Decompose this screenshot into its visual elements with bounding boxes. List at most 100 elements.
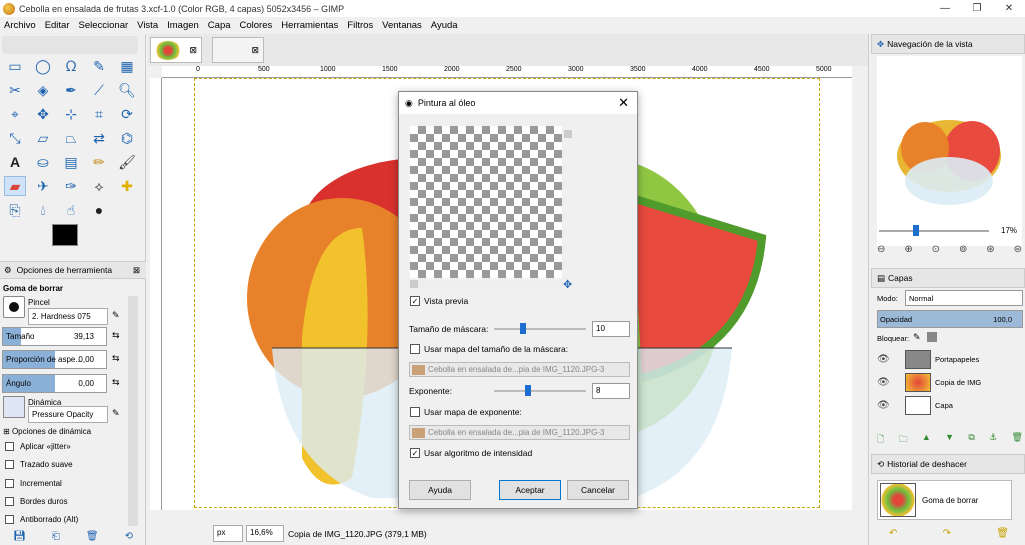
image-tab-1[interactable]: ⊠ <box>150 37 202 63</box>
reset-options-icon[interactable]: ⟲ <box>125 531 133 542</box>
airbrush-tool-icon[interactable]: ✈ <box>32 176 54 196</box>
menu-filtros[interactable]: Filtros <box>347 20 373 31</box>
foreground-select-tool-icon[interactable]: ◈ <box>32 80 54 100</box>
smooth-checkbox[interactable]: Trazado suave <box>5 460 73 469</box>
angle-slider[interactable]: Ángulo 0,00 <box>2 374 107 393</box>
help-button[interactable]: Ayuda <box>409 480 471 500</box>
fuzzy-select-tool-icon[interactable]: ✎ <box>88 56 110 76</box>
ok-button[interactable]: Aceptar <box>499 480 561 500</box>
delete-options-icon[interactable]: 🗑︎ <box>86 531 99 542</box>
visibility-icon[interactable]: 👁︎ <box>877 354 891 365</box>
menu-seleccionar[interactable]: Seleccionar <box>79 20 129 31</box>
ink-tool-icon[interactable]: ✑ <box>60 176 82 196</box>
reset-aspect-icon[interactable]: ⇆ <box>112 353 120 364</box>
mask-map-checkbox[interactable]: Usar mapa del tamaño de la máscara: <box>410 344 568 354</box>
dynamics-field[interactable]: Pressure Opacity <box>28 406 108 423</box>
edit-dynamics-icon[interactable]: ✎ <box>112 408 120 419</box>
redo-icon[interactable]: ↷ <box>943 528 951 539</box>
raise-layer-icon[interactable]: ▲ <box>922 432 931 448</box>
exponent-spin[interactable]: 8 <box>592 383 630 399</box>
zoom-1-1-icon[interactable]: ⊙ <box>932 244 940 255</box>
clone-tool-icon[interactable]: ⎘ <box>4 200 26 220</box>
history-tab[interactable]: ⟲ Historial de deshacer <box>871 454 1025 474</box>
menu-colores[interactable]: Colores <box>240 20 273 31</box>
visibility-icon[interactable]: 👁︎ <box>877 400 891 411</box>
mypaint-brush-tool-icon[interactable]: ⟡ <box>88 176 110 196</box>
save-options-icon[interactable]: 💾︎ <box>13 531 26 542</box>
eraser-tool-icon[interactable]: ▰ <box>4 176 26 196</box>
navigation-tab[interactable]: ✥ Navegación de la vista <box>871 34 1025 54</box>
image-tab-2[interactable]: ⊠ <box>212 37 264 63</box>
visibility-icon[interactable]: 👁︎ <box>877 377 891 388</box>
smudge-tool-icon[interactable]: ☝ <box>60 200 82 220</box>
brush-name-field[interactable]: 2. Hardness 075 <box>28 308 108 325</box>
horizontal-scrollbar[interactable] <box>162 510 852 522</box>
bucket-fill-tool-icon[interactable]: ⛀ <box>32 152 54 172</box>
close-button[interactable]: ✕ <box>993 0 1025 17</box>
measure-tool-icon[interactable]: ⌖ <box>4 104 26 124</box>
lower-layer-icon[interactable]: ▼ <box>945 432 954 448</box>
navigation-preview[interactable] <box>877 56 1022 246</box>
lock-pixels-icon[interactable]: ✎ <box>913 332 921 343</box>
reset-size-icon[interactable]: ⇆ <box>112 330 120 341</box>
shear-tool-icon[interactable]: ▱ <box>32 128 54 148</box>
vertical-scrollbar[interactable] <box>854 78 867 510</box>
dialog-close-icon[interactable]: ✕ <box>618 95 629 111</box>
flip-tool-icon[interactable]: ⇄ <box>88 128 110 148</box>
rotate-tool-icon[interactable]: ⟳ <box>116 104 138 124</box>
anti-erase-checkbox[interactable]: Antiborrado (Alt) <box>5 515 78 524</box>
foreground-color-swatch[interactable] <box>52 224 78 246</box>
layer-row-3[interactable]: 👁︎ Capa <box>877 394 1010 416</box>
paths-tool-icon[interactable]: ✒ <box>60 80 82 100</box>
crop-tool-icon[interactable]: ⌗ <box>88 104 110 124</box>
delete-layer-icon[interactable]: 🗑︎ <box>1012 432 1023 448</box>
ellipse-select-tool-icon[interactable]: ◯ <box>32 56 54 76</box>
dynamics-icon[interactable] <box>3 396 25 418</box>
maximize-button[interactable]: ❐ <box>961 0 993 17</box>
zoom-select[interactable]: 16,6% <box>246 525 284 542</box>
anchor-layer-icon[interactable]: ⚓ <box>989 432 997 448</box>
mask-size-handle[interactable] <box>519 323 526 334</box>
menu-ventanas[interactable]: Ventanas <box>382 20 422 31</box>
scissors-tool-icon[interactable]: ✂ <box>4 80 26 100</box>
cancel-button[interactable]: Cancelar <box>567 480 629 500</box>
tab-close-icon[interactable]: ⊠ <box>133 265 140 276</box>
menu-vista[interactable]: Vista <box>137 20 158 31</box>
layer-row-2[interactable]: 👁︎ Copia de IMG <box>877 371 1010 393</box>
new-layer-icon[interactable]: 🗋︎ <box>877 432 884 448</box>
edit-brush-icon[interactable]: ✎ <box>112 310 120 321</box>
menu-imagen[interactable]: Imagen <box>167 20 199 31</box>
reset-angle-icon[interactable]: ⇆ <box>112 377 120 388</box>
brush-preview[interactable] <box>3 296 25 318</box>
dodge-burn-tool-icon[interactable]: ● <box>88 200 110 220</box>
menu-archivo[interactable]: Archivo <box>4 20 36 31</box>
minimize-button[interactable]: — <box>929 0 961 17</box>
layers-tab[interactable]: ▤ Capas <box>871 268 1025 288</box>
navigate-icon[interactable]: ✥ <box>563 278 572 291</box>
unit-select[interactable]: px <box>213 525 243 542</box>
intensity-checkbox[interactable]: ✓ Usar algoritmo de intensidad <box>410 448 532 458</box>
close-tab-icon[interactable]: ⊠ <box>189 45 197 56</box>
preview-vscroll[interactable] <box>564 126 574 278</box>
zoom-fit-icon[interactable]: ⊚ <box>959 244 967 255</box>
new-group-icon[interactable]: 🗀︎ <box>899 432 908 448</box>
pencil-tool-icon[interactable]: ✏ <box>88 152 110 172</box>
menu-capa[interactable]: Capa <box>208 20 231 31</box>
shrink-wrap-icon[interactable]: ⊜ <box>1014 244 1022 255</box>
select-by-color-tool-icon[interactable]: ▦ <box>116 56 138 76</box>
move-tool-icon[interactable]: ✥ <box>32 104 54 124</box>
exponent-handle[interactable] <box>524 385 531 396</box>
exponent-map-checkbox[interactable]: Usar mapa de exponente: <box>410 407 522 417</box>
zoom-in-icon[interactable]: ⊕ <box>904 244 912 255</box>
mask-size-spin[interactable]: 10 <box>592 321 630 337</box>
opacity-slider[interactable]: Opacidad 100,0 <box>877 310 1023 328</box>
fg-bg-colors[interactable] <box>50 224 90 260</box>
zoom-fill-icon[interactable]: ⊛ <box>986 244 994 255</box>
jitter-checkbox[interactable]: Aplicar «jitter» <box>5 442 71 451</box>
zoom-tool-icon[interactable]: 🔍︎ <box>116 80 138 100</box>
heal-tool-icon[interactable]: ✚ <box>116 176 138 196</box>
cage-tool-icon[interactable]: ⌬ <box>116 128 138 148</box>
preview-area[interactable] <box>410 126 562 278</box>
color-picker-tool-icon[interactable]: ⟋ <box>88 80 110 100</box>
text-tool-icon[interactable]: A <box>4 152 26 172</box>
